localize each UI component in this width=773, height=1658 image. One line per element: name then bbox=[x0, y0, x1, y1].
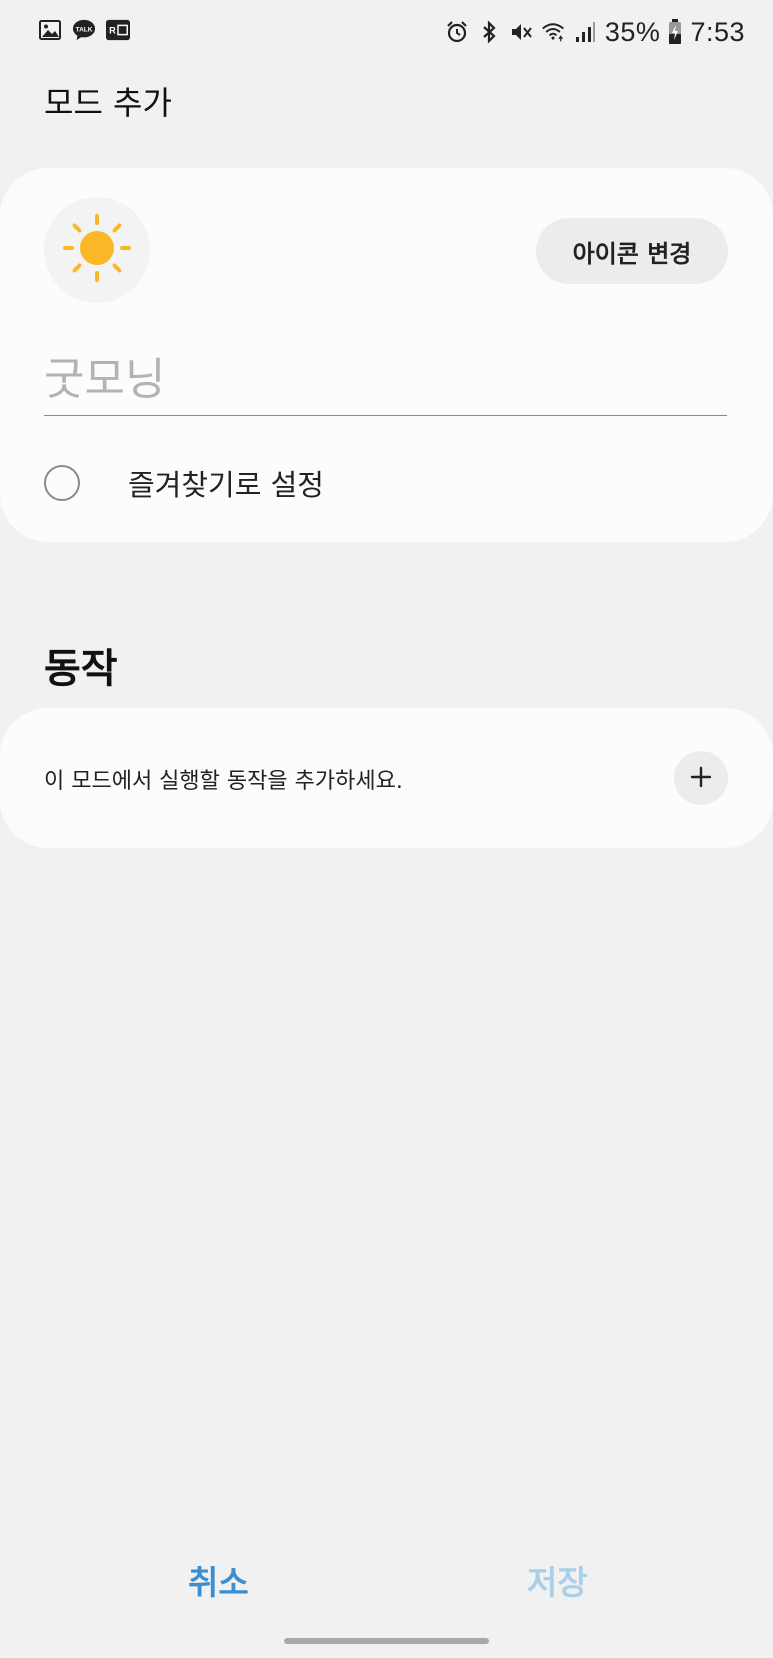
rdm-icon: R bbox=[106, 18, 130, 42]
system-icons: 35% 7:53 bbox=[445, 12, 745, 52]
favorite-toggle-row[interactable]: 즐겨찾기로 설정 bbox=[44, 458, 727, 508]
vibrate-mute-icon bbox=[509, 20, 533, 44]
home-indicator[interactable] bbox=[284, 1638, 489, 1644]
battery-percent: 35% bbox=[604, 16, 661, 47]
kakaotalk-icon: TALK bbox=[72, 18, 96, 42]
notification-icons: TALK R bbox=[38, 18, 130, 42]
change-icon-button[interactable]: 아이콘 변경 bbox=[536, 218, 728, 284]
signal-icon bbox=[573, 20, 597, 44]
status-bar: TALK R 35% 7:53 bbox=[0, 0, 773, 64]
save-button[interactable]: 저장 bbox=[515, 1555, 600, 1605]
battery-charging-icon bbox=[668, 19, 682, 44]
gallery-icon bbox=[38, 18, 62, 42]
bluetooth-icon bbox=[477, 20, 501, 44]
cancel-button[interactable]: 취소 bbox=[176, 1555, 261, 1605]
wifi-icon bbox=[541, 20, 565, 44]
svg-text:TALK: TALK bbox=[76, 26, 93, 33]
actions-hint: 이 모드에서 실행할 동작을 추가하세요. bbox=[44, 769, 403, 794]
clock: 7:53 bbox=[690, 16, 745, 47]
sun-icon bbox=[61, 212, 133, 288]
svg-text:R: R bbox=[109, 26, 116, 36]
favorite-radio[interactable] bbox=[44, 465, 80, 501]
page-title: 모드 추가 bbox=[44, 84, 172, 122]
mode-icon-container[interactable] bbox=[44, 197, 150, 303]
actions-heading: 동작 bbox=[44, 646, 118, 692]
add-action-button[interactable] bbox=[674, 751, 728, 805]
alarm-icon bbox=[445, 20, 469, 44]
actions-card: 이 모드에서 실행할 동작을 추가하세요. bbox=[0, 708, 773, 848]
mode-card: 아이콘 변경 즐겨찾기로 설정 bbox=[0, 168, 773, 542]
plus-icon bbox=[690, 766, 712, 791]
favorite-label: 즐겨찾기로 설정 bbox=[128, 468, 324, 502]
mode-name-input[interactable] bbox=[44, 343, 727, 416]
